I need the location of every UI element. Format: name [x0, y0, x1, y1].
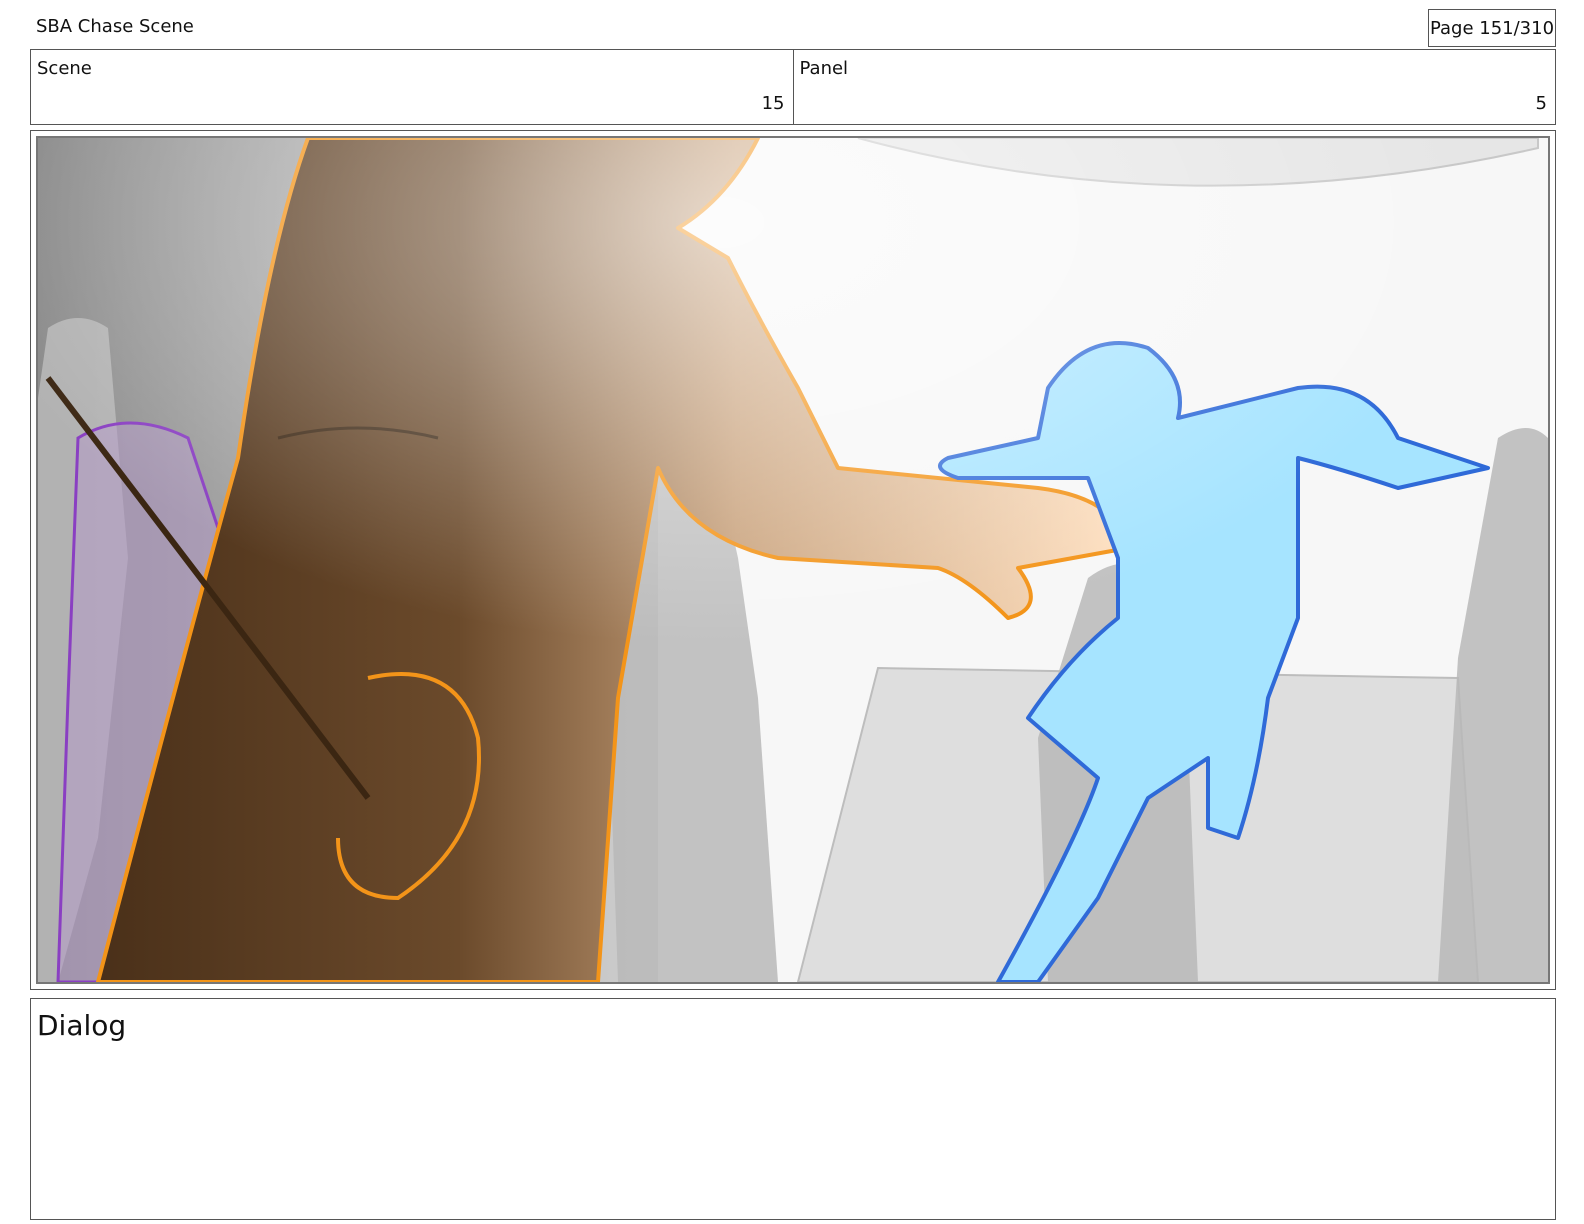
storyboard-panel-image	[36, 136, 1550, 984]
panel-number: 5	[1535, 93, 1547, 114]
panel-label: Panel	[799, 58, 849, 79]
dialog-box: Dialog	[30, 998, 1556, 1220]
document-title: SBA Chase Scene	[36, 16, 194, 37]
scene-label: Scene	[37, 58, 92, 79]
panel-cell: Panel 5	[792, 50, 1556, 124]
scene-cell: Scene 15	[31, 50, 793, 124]
page-number-box: Page 151/310	[1428, 9, 1556, 47]
dialog-label: Dialog	[37, 1009, 127, 1042]
panel-sketch	[38, 138, 1548, 982]
storyboard-header: Scene 15 Panel 5	[30, 49, 1556, 125]
page-number: Page 151/310	[1429, 17, 1555, 39]
scene-number: 15	[761, 93, 785, 114]
